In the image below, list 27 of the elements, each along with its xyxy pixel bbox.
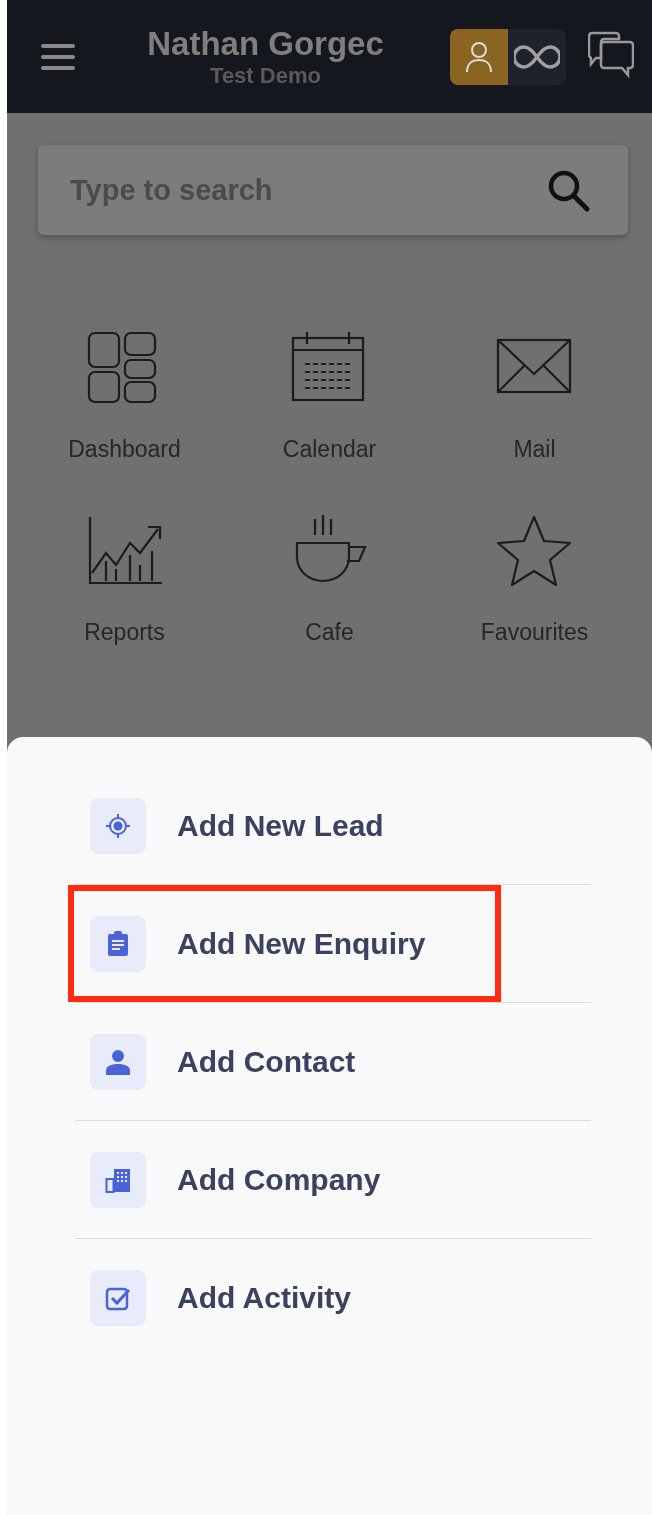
target-icon	[105, 812, 131, 839]
cup-icon	[295, 513, 367, 583]
user-toggle-button[interactable]	[450, 28, 508, 85]
app-label[interactable]: Mail	[513, 436, 556, 463]
envelope-icon	[496, 338, 571, 394]
app-label[interactable]: Cafe	[305, 619, 354, 646]
menu-item[interactable]: Add Activity	[68, 1239, 363, 1356]
menu-item[interactable]: Add Company	[68, 1121, 393, 1238]
menu-item[interactable]: Add New Enquiry	[68, 885, 502, 1002]
clipboard-icon	[107, 930, 129, 957]
app-label[interactable]: Calendar	[282, 436, 377, 463]
grid-icon	[87, 331, 156, 404]
person-icon	[105, 1048, 131, 1075]
app-label[interactable]: Reports	[84, 619, 165, 646]
star-icon	[496, 515, 571, 587]
app-label[interactable]: Dashboard	[68, 436, 181, 463]
search-icon	[546, 168, 590, 212]
calendar-icon	[291, 332, 364, 402]
building-icon	[105, 1166, 131, 1193]
infinity-icon	[514, 44, 560, 69]
app-label[interactable]: Favourites	[480, 619, 589, 646]
chart-icon	[88, 517, 162, 585]
user-icon	[465, 40, 493, 73]
user-name: Nathan Gorgec	[147, 24, 384, 63]
account-name: Test Demo	[210, 62, 321, 89]
menu-item[interactable]: Add Contact	[68, 1003, 368, 1120]
menu-item[interactable]: Add New Lead	[68, 767, 396, 884]
